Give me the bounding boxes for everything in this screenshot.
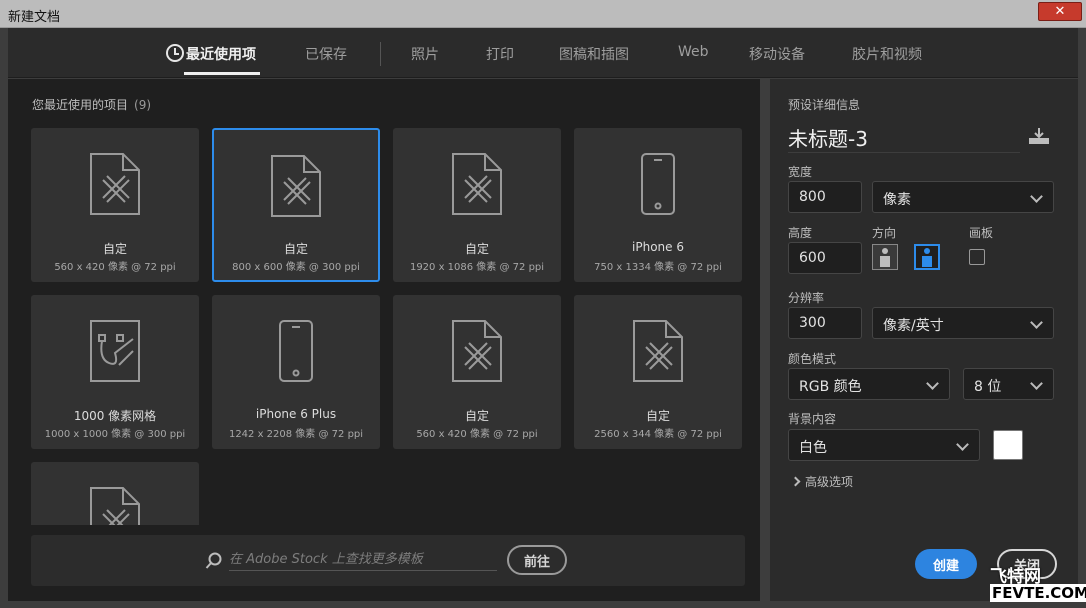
preset-card[interactable]: 自定 560 x 420 像素 @ 72 ppi <box>31 128 199 282</box>
document-custom-icon <box>271 155 321 217</box>
preset-name: iPhone 6 <box>632 240 684 254</box>
color-mode-label: 颜色模式 <box>788 352 837 366</box>
tab-web[interactable]: Web <box>678 44 709 60</box>
orientation-label: 方向 <box>872 226 897 240</box>
bit-depth-select[interactable]: 8 位 <box>963 368 1054 400</box>
active-tab-indicator <box>184 72 260 75</box>
width-label: 宽度 <box>788 165 813 179</box>
preset-card[interactable]: iPhone 6 750 x 1334 像素 @ 72 ppi <box>574 128 742 282</box>
document-custom-icon <box>90 153 140 215</box>
preset-name: 自定 <box>645 409 670 423</box>
chevron-right-icon <box>790 476 801 487</box>
preset-name: 自定 <box>283 242 308 256</box>
preset-name: 自定 <box>464 409 489 423</box>
tab-photo[interactable]: 照片 <box>411 44 439 64</box>
stock-search-bar: 前往 <box>31 535 745 586</box>
recent-grid: 自定 560 x 420 像素 @ 72 ppi 自定 800 x 600 像素… <box>8 79 760 525</box>
preset-card-selected[interactable]: 自定 800 x 600 像素 @ 300 ppi <box>212 128 380 282</box>
portrait-orientation-button[interactable] <box>872 244 898 270</box>
resolution-label: 分辨率 <box>788 291 825 305</box>
height-input[interactable]: 600 <box>788 242 862 274</box>
advanced-options-toggle[interactable]: 高级选项 <box>790 473 854 490</box>
tab-mobile[interactable]: 移动设备 <box>749 44 805 64</box>
preset-name: 自定 <box>102 242 127 256</box>
preset-meta: 1000 x 1000 像素 @ 300 ppi <box>44 429 186 440</box>
window-title: 新建文档 <box>8 10 61 25</box>
tab-film-video[interactable]: 胶片和视频 <box>852 44 922 64</box>
preset-meta: 560 x 420 像素 @ 72 ppi <box>54 262 176 273</box>
preset-meta: 1242 x 2208 像素 @ 72 ppi <box>228 429 364 440</box>
document-name-field[interactable]: 未标题-3 <box>788 123 1020 153</box>
tab-print[interactable]: 打印 <box>486 44 514 64</box>
preset-card[interactable]: 自定 2560 x 344 像素 @ 72 ppi <box>574 295 742 449</box>
search-icon <box>205 552 222 569</box>
preset-meta: 560 x 420 像素 @ 72 ppi <box>416 429 538 440</box>
save-preset-icon[interactable] <box>1028 127 1050 145</box>
preset-card[interactable]: iPhone 6 Plus 1242 x 2208 像素 @ 72 ppi <box>212 295 380 449</box>
phone-icon <box>279 320 313 382</box>
preset-card[interactable]: 1000 像素网格 1000 x 1000 像素 @ 300 ppi <box>31 295 199 449</box>
preset-card[interactable]: 自定 560 x 420 像素 @ 72 ppi <box>393 295 561 449</box>
preset-meta: 750 x 1334 像素 @ 72 ppi <box>594 262 722 273</box>
background-color-swatch[interactable] <box>993 430 1023 460</box>
preset-name: 1000 像素网格 <box>73 409 157 423</box>
tab-separator <box>380 42 381 66</box>
create-button[interactable]: 创建 <box>915 549 977 579</box>
preset-details-heading: 预设详细信息 <box>788 98 861 112</box>
height-label: 高度 <box>788 226 813 240</box>
width-input[interactable]: 800 <box>788 181 862 213</box>
category-tabs: 最近使用项 已保存 照片 打印 图稿和插图 Web 移动设备 胶片和视频 <box>8 28 1078 78</box>
stock-search-input[interactable] <box>229 549 497 571</box>
document-custom-icon <box>452 153 502 215</box>
preset-meta: 800 x 600 像素 @ 300 ppi <box>232 262 360 273</box>
document-custom-icon <box>90 487 140 525</box>
background-select[interactable]: 白色 <box>788 429 980 461</box>
color-mode-select[interactable]: RGB 颜色 <box>788 368 950 400</box>
preset-meta: 2560 x 344 像素 @ 72 ppi <box>594 429 722 440</box>
document-custom-icon <box>452 320 502 382</box>
preset-meta: 1920 x 1086 像素 @ 72 ppi <box>409 262 545 273</box>
resolution-unit-select[interactable]: 像素/英寸 <box>872 307 1054 339</box>
document-custom-icon <box>633 320 683 382</box>
person-icon <box>922 248 932 267</box>
phone-icon <box>641 153 675 215</box>
preset-card[interactable] <box>31 462 199 525</box>
watermark-url: FEVTE.COM <box>990 584 1086 602</box>
artboard-checkbox[interactable] <box>969 249 985 265</box>
window-titlebar: 新建文档 ✕ <box>0 0 1086 28</box>
artboard-label: 画板 <box>969 226 994 240</box>
tab-art-illustration[interactable]: 图稿和插图 <box>559 44 629 64</box>
preset-card[interactable]: 自定 1920 x 1086 像素 @ 72 ppi <box>393 128 561 282</box>
background-label: 背景内容 <box>788 412 837 426</box>
landscape-orientation-button[interactable] <box>914 244 940 270</box>
width-unit-select[interactable]: 像素 <box>872 181 1054 213</box>
resolution-input[interactable]: 300 <box>788 307 862 339</box>
tab-recent[interactable]: 最近使用项 <box>186 44 256 64</box>
recent-panel: 您最近使用的项目 (9) 自定 560 x 420 像素 @ 72 ppi 自定 … <box>8 79 760 601</box>
pixel-grid-icon <box>90 320 140 382</box>
tab-saved[interactable]: 已保存 <box>305 44 347 64</box>
go-button[interactable]: 前往 <box>507 545 567 575</box>
person-icon <box>880 248 890 267</box>
clock-icon <box>166 44 184 62</box>
preset-name: 自定 <box>464 242 489 256</box>
preset-name: iPhone 6 Plus <box>255 407 337 421</box>
preset-details-panel: 预设详细信息 未标题-3 宽度 800 像素 高度 方向 画板 600 分辨率 … <box>770 79 1078 601</box>
advanced-options-label: 高级选项 <box>805 475 854 489</box>
window-close-button[interactable]: ✕ <box>1038 2 1082 21</box>
